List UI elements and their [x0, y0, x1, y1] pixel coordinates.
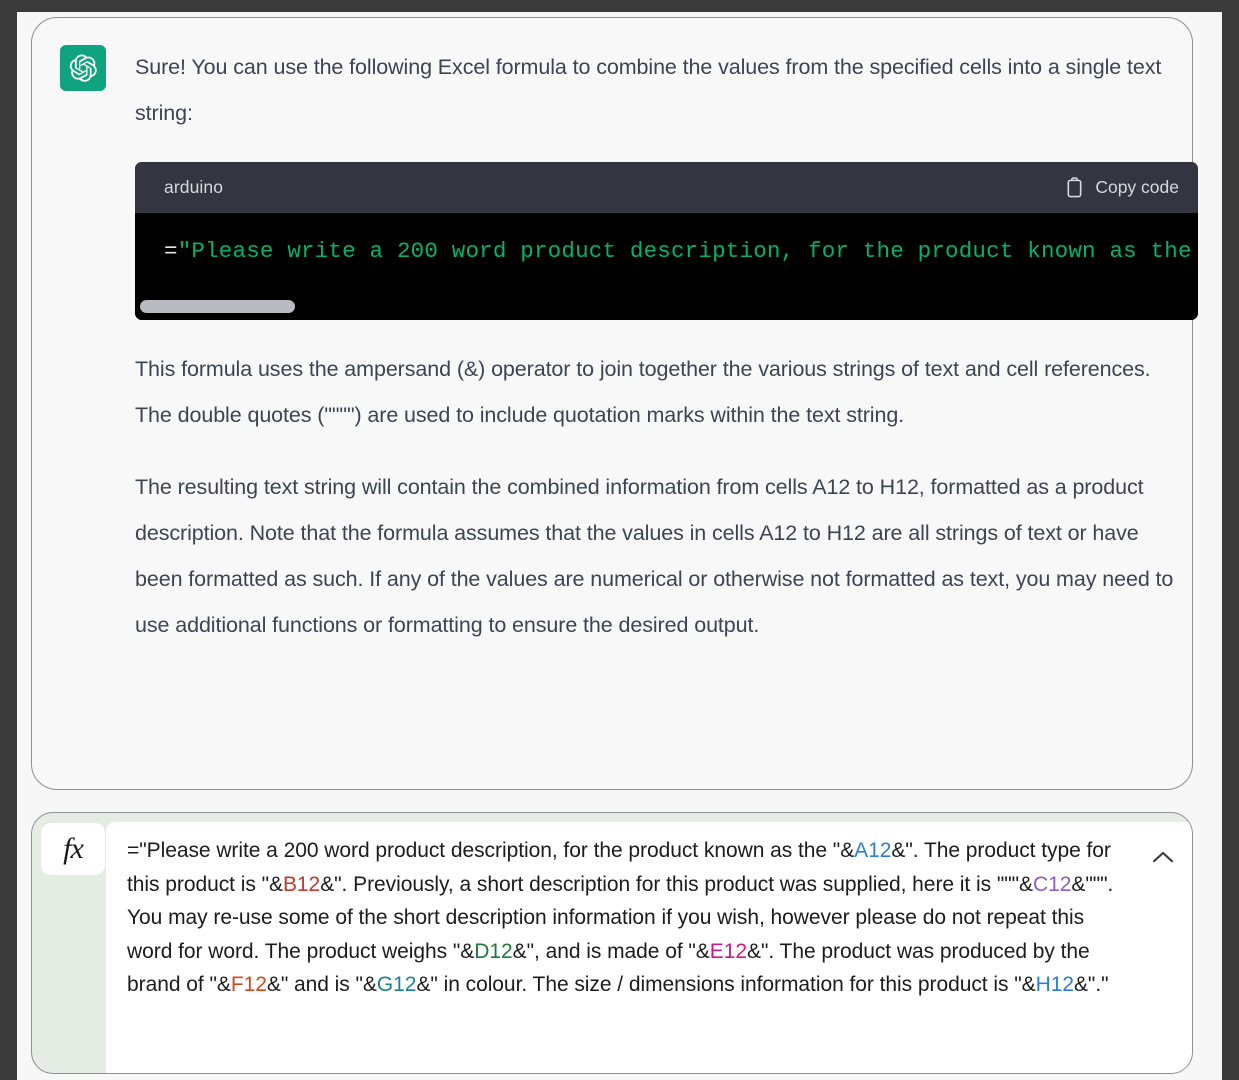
collapse-formula-bar-button[interactable] [1148, 844, 1178, 870]
assistant-message-card: Sure! You can use the following Excel fo… [31, 17, 1198, 790]
page-canvas: Sure! You can use the following Excel fo… [17, 12, 1222, 1080]
formula-cell-reference: C12 [1033, 872, 1072, 896]
code-string-text: "Please write a 200 word product descrip… [177, 238, 1192, 264]
excel-formula-bar-panel: fx ="Please write a 200 word product des… [31, 812, 1193, 1074]
code-equals-sign: = [164, 238, 178, 264]
formula-literal-text: &" and is "& [266, 973, 377, 996]
formula-cell-reference: A12 [854, 839, 892, 862]
formula-cell-reference: G12 [376, 973, 417, 996]
assistant-message-body: Sure! You can use the following Excel fo… [135, 44, 1198, 648]
code-block: arduino Copy code ="Please write a 200 w… [135, 162, 1198, 320]
code-scrollbar-thumb[interactable] [140, 300, 295, 313]
code-block-header: arduino Copy code [135, 162, 1198, 213]
assistant-paragraph-3: The resulting text string will contain t… [135, 475, 1174, 637]
formula-cell-reference: D12 [474, 939, 513, 963]
code-horizontal-scrollbar[interactable] [135, 300, 1198, 314]
formula-literal-text: &". Previously, a short description for … [320, 872, 1034, 896]
formula-cell-reference: B12 [282, 872, 321, 896]
code-line: ="Please write a 200 word product descri… [164, 239, 1192, 263]
openai-logo-icon [68, 53, 98, 83]
formula-literal-text: &", and is made of "& [512, 939, 710, 963]
formula-cell-reference: F12 [230, 973, 267, 996]
chevron-up-icon [1152, 850, 1174, 864]
screenshot-root: Sure! You can use the following Excel fo… [0, 0, 1239, 1080]
copy-code-label: Copy code [1095, 177, 1179, 197]
formula-input[interactable]: ="Please write a 200 word product descri… [106, 822, 1192, 1073]
assistant-paragraph-2: This formula uses the ampersand (&) oper… [135, 357, 1151, 427]
formula-literal-text: ="Please write a 200 word product descri… [127, 839, 855, 862]
assistant-intro-paragraph: Sure! You can use the following Excel fo… [135, 55, 1162, 125]
code-content-area[interactable]: ="Please write a 200 word product descri… [135, 213, 1198, 320]
formula-literal-text: &" in colour. The size / dimensions info… [416, 973, 1036, 996]
formula-cell-reference: H12 [1035, 973, 1074, 996]
code-language-label: arduino [164, 177, 224, 197]
clipboard-icon [1065, 177, 1084, 198]
assistant-avatar [60, 45, 106, 91]
insert-function-button[interactable]: fx [41, 823, 105, 875]
copy-code-button[interactable]: Copy code [1065, 177, 1179, 198]
formula-text: ="Please write a 200 word product descri… [127, 834, 1132, 1002]
fx-icon: fx [63, 832, 84, 865]
formula-literal-text: &"." [1073, 973, 1109, 996]
formula-cell-reference: E12 [709, 939, 747, 963]
